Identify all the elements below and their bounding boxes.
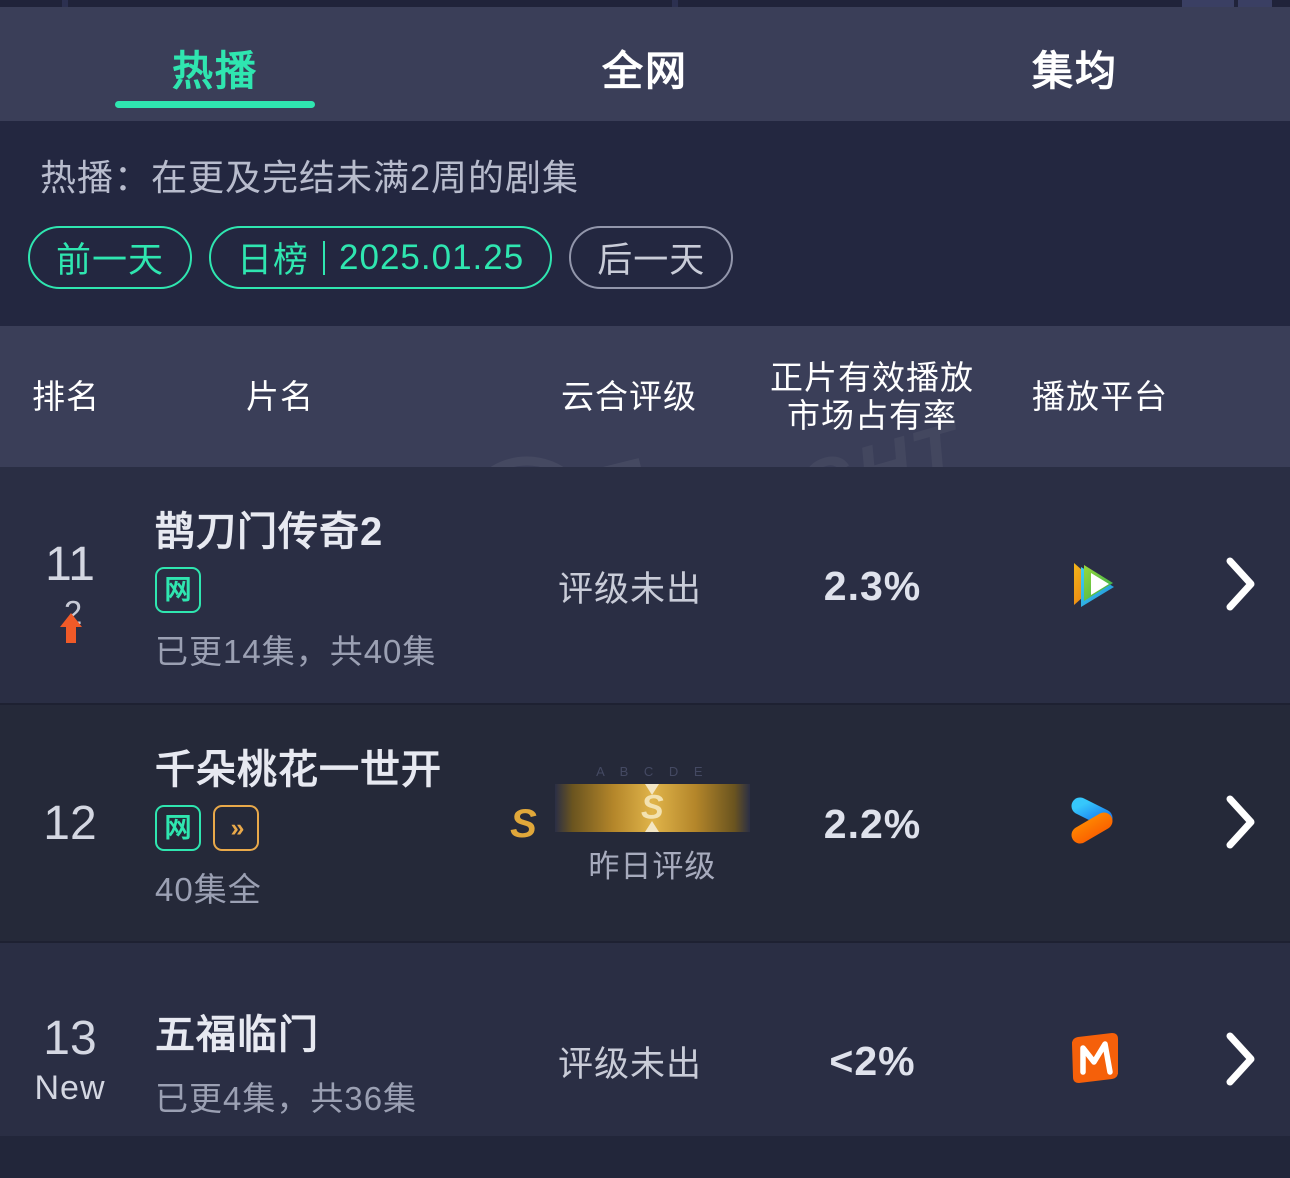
tab-label: 集均 bbox=[1032, 48, 1118, 94]
tab-rexbo[interactable]: 热播 bbox=[0, 7, 430, 121]
grade-bar-wrapper: S A B C D E S 昨日评级 bbox=[510, 763, 750, 886]
grade-letter: S bbox=[510, 801, 537, 846]
rank-date-button[interactable]: 日榜 2025.01.25 bbox=[209, 226, 553, 289]
rank-new-badge: New bbox=[34, 1068, 106, 1107]
header-platform: 播放平台 bbox=[1032, 378, 1168, 415]
grade-text: 评级未出 bbox=[557, 1044, 702, 1084]
mango-tv-icon bbox=[1066, 1030, 1124, 1093]
next-day-button[interactable]: 后一天 bbox=[569, 226, 734, 289]
grade-caption: 昨日评级 bbox=[588, 848, 717, 884]
grade-marker-bottom bbox=[645, 820, 660, 832]
web-badge: 网 bbox=[155, 567, 201, 613]
rank-delta: 2 bbox=[58, 594, 82, 644]
app-root: 热播 全网 集均 热播：在更及完结未满2周的剧集 前一天 日榜 2025.01.… bbox=[0, 0, 1290, 1178]
next-day-label: 后一天 bbox=[597, 241, 706, 280]
table-row[interactable]: 11 2 鹊刀门传奇2 网 已更14集，共40集 评级未出 2.3% bbox=[0, 467, 1290, 705]
rank-number: 12 bbox=[43, 796, 97, 850]
header-rank: 排名 bbox=[32, 378, 100, 415]
chevron-right-icon bbox=[1223, 794, 1257, 855]
tencent-video-icon bbox=[1064, 553, 1126, 620]
rank-number: 11 bbox=[45, 537, 95, 591]
tab-quanwang[interactable]: 全网 bbox=[430, 7, 860, 121]
rank-number: 13 bbox=[43, 1012, 97, 1066]
youku-icon bbox=[1064, 791, 1126, 858]
platform-cell bbox=[1030, 705, 1160, 943]
grade-text: 评级未出 bbox=[557, 569, 702, 609]
header-title: 片名 bbox=[246, 378, 314, 415]
tab-jijun[interactable]: 集均 bbox=[860, 7, 1290, 121]
header-grade: 云合评级 bbox=[561, 378, 697, 415]
share-cell: 2.2% bbox=[823, 800, 922, 847]
tab-label: 热播 bbox=[172, 48, 258, 94]
tab-label: 全网 bbox=[602, 48, 688, 94]
grade-cell: S A B C D E S 昨日评级 bbox=[470, 705, 790, 943]
table-row[interactable]: 12 千朵桃花一世开 网 » 40集全 S A B C D E S 昨日评级 2… bbox=[0, 705, 1290, 943]
rank-date-label: 2025.01.25 bbox=[339, 237, 525, 277]
row-detail-button[interactable] bbox=[1200, 705, 1280, 943]
status-strip bbox=[0, 0, 1290, 7]
rank-cell: 11 2 bbox=[0, 467, 140, 705]
platform-cell bbox=[1030, 467, 1160, 705]
chevron-right-icon bbox=[1223, 556, 1257, 617]
fast-forward-badge: » bbox=[213, 805, 259, 851]
grade-cell: 评级未出 bbox=[470, 467, 790, 705]
bottom-bar bbox=[0, 1136, 1290, 1178]
filter-zone: 热播：在更及完结未满2周的剧集 前一天 日榜 2025.01.25 后一天 bbox=[0, 121, 1290, 326]
ranking-list: 11 2 鹊刀门传奇2 网 已更14集，共40集 评级未出 2.3% 12 千朵… bbox=[0, 467, 1290, 1178]
date-nav: 前一天 日榜 2025.01.25 后一天 bbox=[28, 226, 734, 289]
row-detail-button[interactable] bbox=[1200, 467, 1280, 705]
prev-day-button[interactable]: 前一天 bbox=[28, 226, 193, 289]
header-share: 正片有效播放 市场占有率 bbox=[770, 359, 974, 435]
pill-separator bbox=[323, 240, 326, 275]
tab-bar: 热播 全网 集均 bbox=[0, 7, 1290, 121]
rank-type-label: 日榜 bbox=[237, 241, 310, 280]
filter-subtitle: 热播：在更及完结未满2周的剧集 bbox=[40, 157, 580, 198]
grade-scale-labels: A B C D E bbox=[596, 763, 709, 779]
share-cell: 2.3% bbox=[823, 562, 922, 609]
web-badge: 网 bbox=[155, 805, 201, 851]
grade-gradient-bar: S bbox=[554, 783, 750, 832]
tab-active-underline bbox=[115, 101, 315, 108]
prev-day-label: 前一天 bbox=[56, 241, 165, 280]
grade-bar-column: A B C D E S 昨日评级 bbox=[554, 763, 750, 886]
rank-cell: 12 bbox=[0, 705, 140, 943]
table-header: 排名 片名 云合评级 正片有效播放 市场占有率 播放平台 bbox=[0, 326, 1290, 467]
chevron-right-icon bbox=[1223, 1031, 1257, 1092]
